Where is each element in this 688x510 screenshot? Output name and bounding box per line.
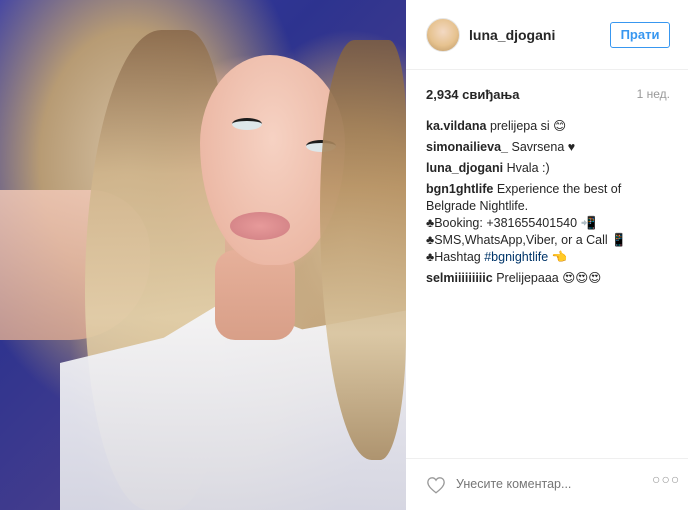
comment-input[interactable] — [456, 477, 636, 491]
photo-eye-left — [232, 118, 262, 130]
comment-text: prelijepa si 😊 — [489, 119, 567, 133]
likes-count[interactable]: 2,934 свиђања — [426, 87, 520, 102]
comment-username[interactable]: simonailieva_ — [426, 140, 508, 154]
photo-lips — [230, 212, 290, 240]
comment-username[interactable]: ka.vildana — [426, 119, 486, 133]
post-footer: ○○○ — [406, 458, 688, 510]
more-options-icon[interactable]: ○○○ — [652, 471, 680, 487]
comment-item: simonailieva_ Savrsena ♥ — [426, 139, 670, 156]
comment-item: selmiiiiiiiiic Prelijepaaa 😍😍😍 — [426, 270, 670, 287]
comment-item: bgn1ghtlife Experience the best of Belgr… — [426, 181, 670, 266]
post-time[interactable]: 1 нед. — [637, 87, 670, 101]
comment-username[interactable]: bgn1ghtlife — [426, 182, 493, 196]
comment-item: luna_djogani Hvala :) — [426, 160, 670, 177]
heart-outline-icon[interactable] — [426, 476, 446, 494]
follow-button[interactable]: Прати — [610, 22, 670, 48]
comment-text: ♣Booking: +381655401540 📲 — [426, 216, 597, 230]
comment-text: Prelijepaaa 😍😍😍 — [496, 271, 602, 285]
comment-username[interactable]: luna_djogani — [426, 161, 503, 175]
comment-username[interactable]: selmiiiiiiiiic — [426, 271, 493, 285]
avatar[interactable] — [426, 18, 460, 52]
post-side-panel: luna_djogani Прати 2,934 свиђања 1 нед. … — [406, 0, 688, 510]
post-photo[interactable] — [0, 0, 406, 510]
comment-text: ♣Hashtag — [426, 250, 485, 264]
comment-item: ka.vildana prelijepa si 😊 — [426, 118, 670, 135]
username-link[interactable]: luna_djogani — [469, 27, 555, 43]
comment-text: ♣SMS,WhatsApp,Viber, or a Call 📱 — [426, 233, 627, 247]
post-header: luna_djogani Прати — [406, 0, 688, 70]
comment-text: 👈 — [548, 250, 568, 264]
comment-text: Hvala :) — [506, 161, 550, 175]
comments-list: ka.vildana prelijepa si 😊 simonailieva_ … — [426, 118, 670, 291]
hashtag-link[interactable]: #bgnightlife — [484, 250, 548, 264]
comment-text: Savrsena ♥ — [511, 140, 576, 154]
